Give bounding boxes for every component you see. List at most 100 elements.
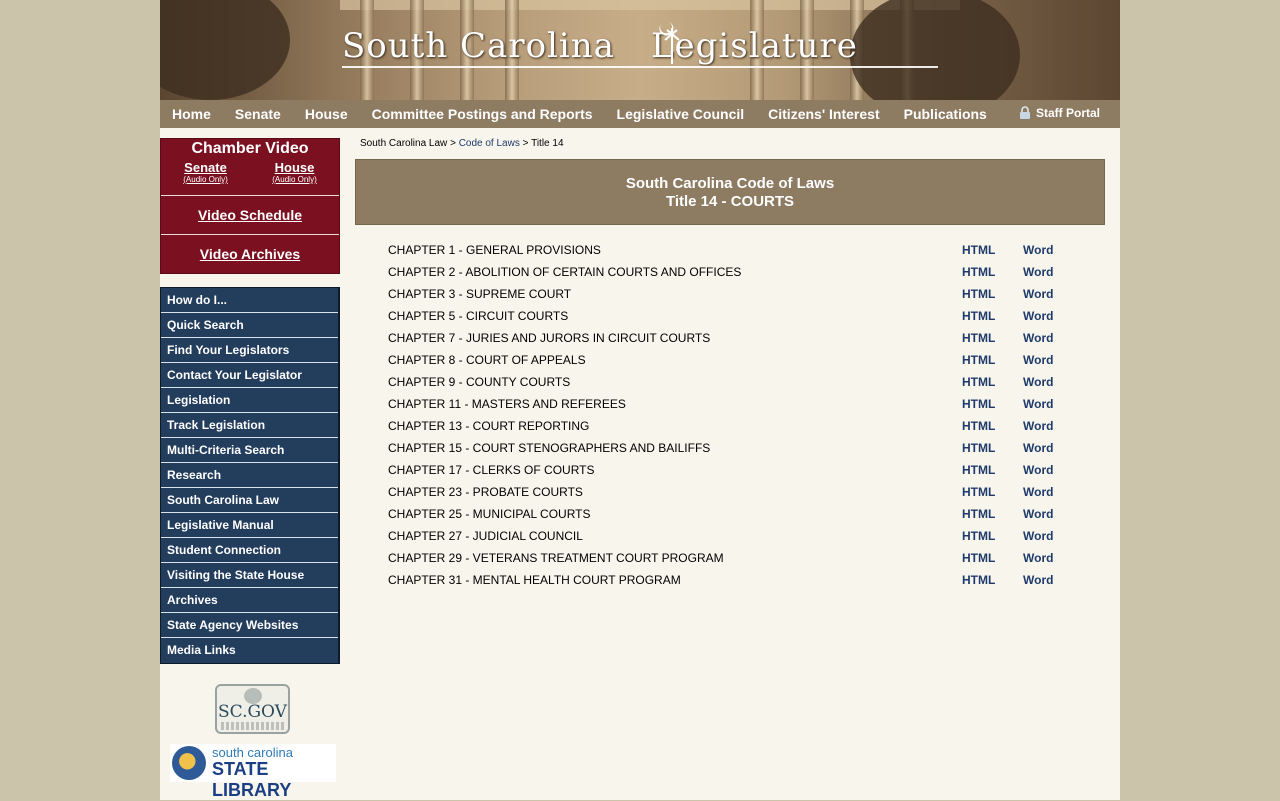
chapter-word-link[interactable]: Word — [1023, 481, 1053, 503]
leftnav-find-legislators[interactable]: Find Your Legislators — [161, 338, 338, 363]
chapter-html-link[interactable]: HTML — [962, 415, 995, 437]
chapter-word-link[interactable]: Word — [1023, 525, 1053, 547]
leftnav-contact-legislator[interactable]: Contact Your Legislator — [161, 363, 338, 388]
chapter-word-link[interactable]: Word — [1023, 305, 1053, 327]
leftnav-research[interactable]: Research — [161, 463, 338, 488]
leftnav-state-agency-websites[interactable]: State Agency Websites — [161, 613, 338, 638]
chapter-html-link[interactable]: HTML — [962, 349, 995, 371]
leftnav-legislation[interactable]: Legislation — [161, 388, 338, 413]
chapter-row: CHAPTER 1 - GENERAL PROVISIONS HTML Word — [388, 239, 1108, 261]
leftnav-archives[interactable]: Archives — [161, 588, 338, 613]
nav-home[interactable]: Home — [172, 106, 211, 122]
chapter-row: CHAPTER 7 - JURIES AND JURORS IN CIRCUIT… — [388, 327, 1108, 349]
chapter-html-link[interactable]: HTML — [962, 525, 995, 547]
chapter-title: CHAPTER 8 - COURT OF APPEALS — [388, 353, 586, 367]
chapter-html-link[interactable]: HTML — [962, 569, 995, 591]
chapter-title: CHAPTER 2 - ABOLITION OF CERTAIN COURTS … — [388, 265, 742, 279]
chapter-word-link[interactable]: Word — [1023, 283, 1053, 305]
chapter-html-link[interactable]: HTML — [962, 327, 995, 349]
breadcrumb-sc-law[interactable]: South Carolina Law — [360, 138, 447, 149]
video-schedule-link[interactable]: Video Schedule — [161, 195, 339, 234]
chapter-title: CHAPTER 31 - MENTAL HEALTH COURT PROGRAM — [388, 573, 681, 587]
chapter-word-link[interactable]: Word — [1023, 415, 1053, 437]
chapter-html-link[interactable]: HTML — [962, 371, 995, 393]
top-navigation: Home Senate House Committee Postings and… — [160, 100, 1120, 128]
chapter-word-link[interactable]: Word — [1023, 349, 1053, 371]
senate-video-link[interactable]: Senate (Audio Only) — [183, 160, 227, 195]
chapter-title: CHAPTER 17 - CLERKS OF COURTS — [388, 463, 595, 477]
chapter-word-link[interactable]: Word — [1023, 547, 1053, 569]
chapter-word-link[interactable]: Word — [1023, 327, 1053, 349]
leftnav-quick-search[interactable]: Quick Search — [161, 313, 338, 338]
chapter-html-link[interactable]: HTML — [962, 239, 995, 261]
leftnav-how-do-i[interactable]: How do I... — [161, 288, 338, 313]
chapter-row: CHAPTER 3 - SUPREME COURT HTML Word — [388, 283, 1108, 305]
nav-citizens-interest[interactable]: Citizens' Interest — [768, 106, 879, 122]
chapter-title: CHAPTER 11 - MASTERS AND REFEREES — [388, 397, 626, 411]
page-title: South Carolina Code of Laws — [625, 175, 835, 192]
state-library-logo[interactable]: south carolina STATE LIBRARY — [170, 744, 336, 800]
chapter-word-link[interactable]: Word — [1023, 393, 1053, 415]
chapter-word-link[interactable]: Word — [1023, 371, 1053, 393]
senate-audio-only: (Audio Only) — [183, 175, 228, 184]
nav-committee-postings[interactable]: Committee Postings and Reports — [372, 106, 593, 122]
chapter-html-link[interactable]: HTML — [962, 305, 995, 327]
leftnav-sc-law[interactable]: South Carolina Law — [161, 488, 338, 513]
chapter-title: CHAPTER 1 - GENERAL PROVISIONS — [388, 243, 601, 257]
chapter-html-link[interactable]: HTML — [962, 459, 995, 481]
breadcrumb-separator: > — [450, 138, 456, 149]
leftnav-visiting-state-house[interactable]: Visiting the State House — [161, 563, 338, 588]
leftnav-multi-criteria-search[interactable]: Multi-Criteria Search — [161, 438, 338, 463]
chapter-word-link[interactable]: Word — [1023, 569, 1053, 591]
site-title[interactable]: South Carolina Legislature — [342, 26, 858, 66]
video-archives-link[interactable]: Video Archives — [161, 234, 339, 273]
chapter-row: CHAPTER 23 - PROBATE COURTS HTML Word — [388, 481, 1108, 503]
banner-cornice — [340, 0, 960, 10]
chapter-html-link[interactable]: HTML — [962, 283, 995, 305]
page-title-box: South Carolina Code of Laws Title 14 - C… — [355, 159, 1105, 225]
leftnav-student-connection[interactable]: Student Connection — [161, 538, 338, 563]
chapter-html-link[interactable]: HTML — [962, 503, 995, 525]
chapter-title: CHAPTER 29 - VETERANS TREATMENT COURT PR… — [388, 551, 724, 565]
chapter-row: CHAPTER 27 - JUDICIAL COUNCIL HTML Word — [388, 525, 1108, 547]
chapter-row: CHAPTER 29 - VETERANS TREATMENT COURT PR… — [388, 547, 1108, 569]
leftnav-media-links[interactable]: Media Links — [161, 638, 338, 663]
chapter-title: CHAPTER 9 - COUNTY COURTS — [388, 375, 571, 389]
leftnav-legislative-manual[interactable]: Legislative Manual — [161, 513, 338, 538]
chapter-word-link[interactable]: Word — [1023, 437, 1053, 459]
chapter-html-link[interactable]: HTML — [962, 437, 995, 459]
chapter-title: CHAPTER 27 - JUDICIAL COUNCIL — [388, 529, 583, 543]
chapter-word-link[interactable]: Word — [1023, 261, 1053, 283]
nav-publications[interactable]: Publications — [904, 106, 987, 122]
chapter-row: CHAPTER 5 - CIRCUIT COURTS HTML Word — [388, 305, 1108, 327]
site-title-underline — [342, 66, 938, 68]
chapter-word-link[interactable]: Word — [1023, 239, 1053, 261]
chapter-html-link[interactable]: HTML — [962, 547, 995, 569]
chapter-title: CHAPTER 23 - PROBATE COURTS — [388, 485, 583, 499]
chapter-word-link[interactable]: Word — [1023, 459, 1053, 481]
nav-legislative-council[interactable]: Legislative Council — [617, 106, 745, 122]
chapter-row: CHAPTER 8 - COURT OF APPEALS HTML Word — [388, 349, 1108, 371]
chapter-list: CHAPTER 1 - GENERAL PROVISIONS HTML Word CH… — [388, 239, 1108, 591]
chapter-row: CHAPTER 15 - COURT STENOGRAPHERS AND BAI… — [388, 437, 1108, 459]
staff-portal-link[interactable]: Staff Portal — [1018, 106, 1100, 120]
scgov-logo[interactable]: SC.GOV — [215, 684, 290, 734]
senate-video-label: Senate — [184, 160, 227, 175]
chapter-row: CHAPTER 17 - CLERKS OF COURTS HTML Word — [388, 459, 1108, 481]
page-subtitle: Title 14 - COURTS — [665, 193, 795, 210]
leftnav-track-legislation[interactable]: Track Legislation — [161, 413, 338, 438]
breadcrumb-code-of-laws[interactable]: Code of Laws — [459, 138, 520, 149]
scgov-tagline — [221, 722, 284, 730]
nav-house[interactable]: House — [305, 106, 348, 122]
chapter-title: CHAPTER 25 - MUNICIPAL COURTS — [388, 507, 591, 521]
nav-senate[interactable]: Senate — [235, 106, 281, 122]
house-video-link[interactable]: House (Audio Only) — [272, 160, 316, 195]
breadcrumb-current: Title 14 — [531, 138, 564, 149]
chapter-row: CHAPTER 2 - ABOLITION OF CERTAIN COURTS … — [388, 261, 1108, 283]
chapter-html-link[interactable]: HTML — [962, 481, 995, 503]
chapter-html-link[interactable]: HTML — [962, 393, 995, 415]
chapter-word-link[interactable]: Word — [1023, 503, 1053, 525]
site-title-left: South Carolina — [342, 26, 615, 66]
header-banner: South Carolina Legislature — [160, 0, 1120, 100]
chapter-html-link[interactable]: HTML — [962, 261, 995, 283]
